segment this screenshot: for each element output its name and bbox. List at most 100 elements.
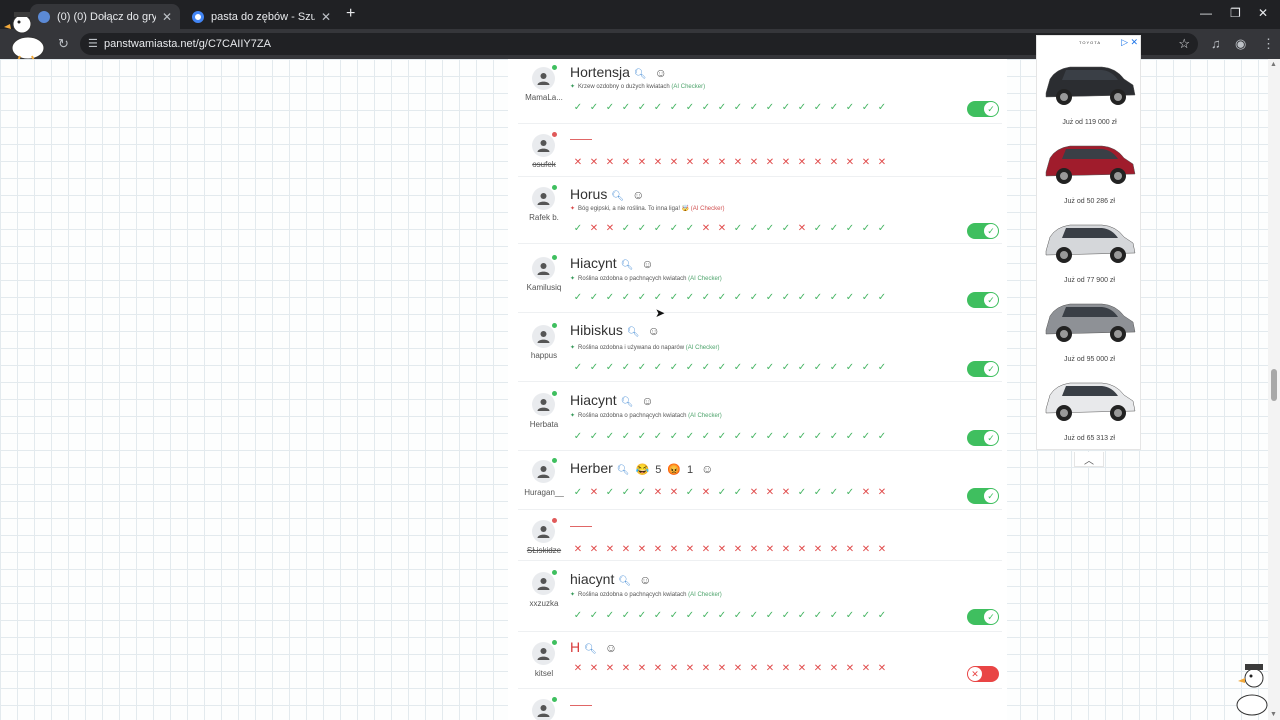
check-icon: ✓ [717, 362, 727, 373]
car-advertisement[interactable]: TOYOTA ▷ ✕ Już od 119 000 zł Już od 50 28… [1036, 35, 1141, 450]
accept-answer-toggle[interactable]: ✓ [967, 430, 999, 446]
avatar[interactable] [532, 391, 557, 416]
restore-icon[interactable]: ❐ [1230, 6, 1241, 20]
search-icon[interactable]: 🔍︎ [584, 644, 597, 655]
new-tab-button[interactable]: + [346, 5, 355, 23]
add-reaction-icon[interactable]: ☺ [641, 394, 653, 408]
accept-answer-toggle[interactable]: ✓ [967, 101, 999, 117]
close-tab-icon[interactable]: ✕ [321, 10, 331, 24]
accept-answer-toggle[interactable]: ✓ [967, 609, 999, 625]
vote-marks: ✕ ✕ ✕ ✕ ✕ ✕ ✕ ✕ ✕ ✕ ✕ ✕ ✕ ✕ ✕ ✕ ✕ ✕ ✕ ✕ [570, 156, 890, 169]
check-icon: ✓ [701, 362, 711, 373]
player-answer: Hiacynt 🔍︎ ☺ [570, 392, 654, 408]
player-answer: hiacynt 🔍︎ ☺ [570, 571, 651, 587]
cross-icon: ✕ [701, 663, 711, 674]
menu-icon[interactable]: ⋮ [1262, 36, 1275, 52]
check-icon: ✓ [765, 431, 775, 442]
avatar[interactable] [532, 132, 557, 157]
browser-tab-active[interactable]: (0) (0) Dołącz do gry Państwa Miasta ✕ [30, 4, 180, 29]
check-icon: ✓ [717, 610, 727, 621]
cross-icon: ✕ [749, 663, 759, 674]
scroll-up-icon[interactable]: ▲ [1270, 61, 1277, 68]
minimize-icon[interactable]: — [1200, 6, 1212, 20]
media-icon[interactable]: ♫ [1211, 36, 1221, 51]
player-answer: Horus 🔍︎ ☺ [570, 186, 644, 202]
search-icon[interactable]: 🔍︎ [611, 191, 624, 202]
search-icon[interactable]: 🔍︎ [627, 327, 640, 338]
player-name: Kamilusiq [526, 283, 562, 292]
accept-answer-toggle[interactable]: ✓ [967, 223, 999, 239]
profile-icon[interactable]: ◉ [1235, 36, 1246, 52]
check-icon: ✓ [621, 610, 631, 621]
url-field[interactable]: ☰ panstwamiasta.net/g/C7CAIIY7ZA ☆ [80, 33, 1198, 55]
check-icon: ✓ [877, 362, 887, 373]
accept-answer-toggle[interactable]: ✓ [967, 488, 999, 504]
check-icon: ✓ [845, 487, 855, 498]
site-info-icon[interactable]: ☰ [88, 37, 98, 50]
close-tab-icon[interactable]: ✕ [162, 10, 172, 24]
accept-answer-toggle[interactable]: ✓ [967, 292, 999, 308]
car-image[interactable] [1040, 371, 1139, 439]
avatar[interactable] [532, 185, 557, 210]
sparkle-icon: ✦ [570, 345, 576, 351]
avatar[interactable] [532, 255, 557, 280]
angry-emoji-icon[interactable]: 😡 [667, 464, 681, 476]
scrollbar-thumb[interactable] [1271, 369, 1277, 401]
laugh-reaction-count[interactable]: 5 [655, 464, 661, 476]
page-scrollbar[interactable]: ▲ ▼ [1268, 59, 1280, 720]
avatar[interactable] [532, 458, 557, 483]
avatar[interactable] [532, 570, 557, 595]
car-image[interactable] [1040, 55, 1139, 123]
ad-close-button[interactable]: ✕ [1130, 37, 1138, 48]
check-icon: ✓ [589, 431, 599, 442]
close-window-icon[interactable]: ✕ [1258, 6, 1268, 20]
cross-icon: ✕ [701, 487, 711, 498]
duck-mascot-icon [4, 12, 45, 62]
check-icon: ✓ [621, 292, 631, 303]
add-reaction-icon[interactable]: ☺ [641, 257, 653, 271]
angry-reaction-count[interactable]: 1 [687, 464, 693, 476]
ad-collapse-button[interactable]: ︿ [1074, 452, 1104, 467]
check-icon: ✓ [621, 487, 631, 498]
add-reaction-icon[interactable]: ☺ [701, 462, 713, 476]
search-icon[interactable]: 🔍︎ [617, 465, 630, 476]
avatar[interactable] [532, 65, 557, 90]
avatar[interactable] [532, 697, 557, 720]
bookmark-star-icon[interactable]: ☆ [1178, 36, 1190, 52]
avatar[interactable] [532, 640, 557, 665]
add-reaction-icon[interactable]: ☺ [632, 188, 644, 202]
search-icon[interactable]: 🔍︎ [634, 69, 647, 80]
car-image[interactable] [1040, 213, 1139, 281]
search-icon[interactable]: 🔍︎ [618, 576, 631, 587]
avatar[interactable] [532, 518, 557, 543]
check-icon: ✓ [573, 223, 583, 234]
cross-icon: ✕ [685, 157, 695, 168]
accept-answer-toggle[interactable]: ✕ [967, 666, 999, 682]
add-reaction-icon[interactable]: ☺ [655, 66, 667, 80]
check-icon: ✓ [861, 292, 871, 303]
avatar[interactable] [532, 323, 557, 348]
cross-icon: ✕ [589, 487, 599, 498]
answer-text: H [570, 639, 581, 655]
check-icon: ✓ [765, 102, 775, 113]
add-reaction-icon[interactable]: ☺ [605, 641, 617, 655]
player-name: kitsel [534, 669, 554, 678]
cross-icon: ✕ [797, 223, 807, 234]
check-icon: ✓ [669, 223, 679, 234]
cross-icon: ✕ [845, 544, 855, 555]
ad-choices-icon[interactable]: ▷ [1121, 37, 1128, 48]
check-icon: ✓ [749, 223, 759, 234]
check-icon: ✓ [717, 102, 727, 113]
add-reaction-icon[interactable]: ☺ [648, 324, 660, 338]
search-icon[interactable]: 🔍︎ [621, 397, 634, 408]
check-icon: ✓ [749, 292, 759, 303]
accept-answer-toggle[interactable]: ✓ [967, 361, 999, 377]
car-image[interactable] [1040, 292, 1139, 360]
car-image[interactable] [1040, 134, 1139, 202]
search-icon[interactable]: 🔍︎ [621, 260, 634, 271]
laugh-emoji-icon[interactable]: 😂 [636, 464, 650, 476]
browser-tab[interactable]: pasta do zębów - Szukaj w Google ✕ [184, 4, 339, 29]
ai-checker-label: (AI Checker) [690, 206, 725, 212]
add-reaction-icon[interactable]: ☺ [639, 573, 651, 587]
reload-icon[interactable]: ↻ [58, 36, 69, 52]
